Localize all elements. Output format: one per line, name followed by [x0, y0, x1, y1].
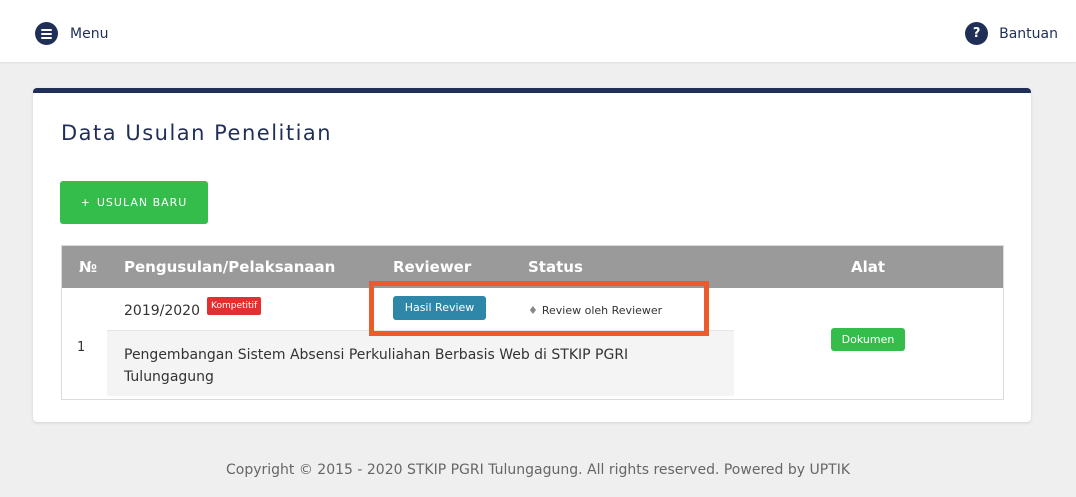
header-pengusulan: Pengusulan/Pelaksanaan [124, 258, 336, 276]
help-button[interactable]: ? Bantuan [965, 22, 1058, 45]
menu-button[interactable]: Menu [35, 22, 108, 45]
footer-copyright: Copyright © 2015 - 2020 STKIP PGRI Tulun… [225, 462, 851, 478]
hamburger-icon[interactable] [35, 22, 58, 45]
header-alat: Alat [851, 258, 886, 276]
new-proposal-button[interactable]: + USULAN BARU [60, 181, 208, 224]
plus-icon: + [80, 196, 91, 209]
question-circle-icon[interactable]: ? [965, 22, 989, 45]
kompetitif-badge: Kompetitif [207, 297, 262, 315]
page-title: Data Usulan Penelitian [61, 121, 333, 145]
row-period: 2019/2020 [124, 303, 200, 319]
menu-label[interactable]: Menu [70, 26, 108, 42]
row-number: 1 [77, 340, 86, 355]
header-status: Status [528, 258, 583, 276]
proposal-card: Data Usulan Penelitian + USULAN BARU № P… [33, 88, 1031, 422]
row-proposal-title: Pengembangan Sistem Absensi Perkuliahan … [124, 347, 629, 385]
new-proposal-label: USULAN BARU [96, 196, 188, 209]
help-label[interactable]: Bantuan [999, 26, 1058, 42]
header-reviewer: Reviewer [393, 258, 472, 276]
top-navbar: Menu ? Bantuan [0, 0, 1076, 62]
header-no: № [79, 258, 98, 276]
question-glyph: ? [972, 26, 981, 41]
highlight-annotation-box [369, 281, 709, 336]
dokumen-button[interactable]: Dokumen [831, 328, 905, 351]
